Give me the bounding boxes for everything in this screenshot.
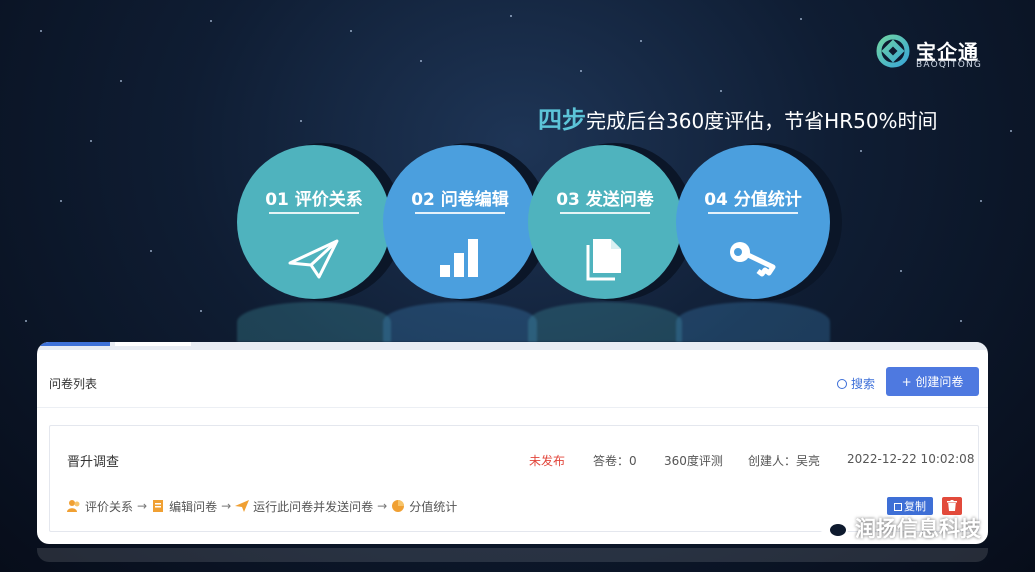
step-3-send: 03 发送问卷 <box>528 145 682 299</box>
flow-step-edit[interactable]: 编辑问卷 <box>169 498 217 515</box>
panel-title: 问卷列表 <box>49 377 98 391</box>
headline: 四步完成后台360度评估，节省HR50%时间 <box>538 100 938 134</box>
step-label: 04 分值统计 <box>704 190 802 210</box>
status-badge: 未发布 <box>529 454 566 468</box>
watermark-text: 润扬信息科技 <box>855 517 981 541</box>
paper-plane-icon <box>288 239 339 279</box>
search-button[interactable]: 搜索 <box>837 375 875 392</box>
step-underline <box>269 212 359 214</box>
copy-label: 复制 <box>904 500 926 513</box>
step-underline <box>708 212 798 214</box>
creator: 创建人：吴亮 <box>748 454 821 468</box>
brand-subtitle: BAOQITONG <box>916 60 983 70</box>
arrow-right-icon: → <box>221 499 232 513</box>
step-reflection <box>528 302 682 342</box>
tab-inactive-indicator[interactable] <box>115 342 191 346</box>
step-4-score: 04 分值统计 <box>676 145 830 299</box>
arrow-right-icon: → <box>137 499 148 513</box>
relationship-icon <box>67 500 80 512</box>
panel-tab-strip <box>37 342 988 350</box>
document-icon <box>586 239 621 281</box>
send-icon <box>235 500 250 512</box>
search-icon <box>837 379 847 389</box>
step-2-edit: 02 问卷编辑 <box>383 145 537 299</box>
step-1-relationship: 01 评价关系 <box>237 145 391 299</box>
created-time: 2022-12-22 10:02:08 <box>847 452 975 466</box>
divider <box>37 407 988 408</box>
response-count: 答卷：0 <box>593 454 637 468</box>
panel-reflection <box>37 548 988 562</box>
workflow-steps: 评价关系 → 编辑问卷 → 运行此问卷并发送问卷 → 分值统计 <box>67 497 457 515</box>
step-label: 01 评价关系 <box>265 190 363 210</box>
pie-chart-icon <box>392 500 405 512</box>
logo-icon <box>876 34 910 68</box>
step-reflection <box>237 302 391 342</box>
headline-emphasis: 四步 <box>538 106 586 134</box>
survey-type: 360度评测 <box>664 454 723 468</box>
brand-logo: 宝企通 BAOQITONG <box>876 34 996 74</box>
survey-name[interactable]: 晋升调查 <box>67 451 119 470</box>
flow-step-score[interactable]: 分值统计 <box>409 498 457 515</box>
watermark: 润扬信息科技 <box>815 512 981 542</box>
flow-step-relationship[interactable]: 评价关系 <box>85 498 133 515</box>
wechat-icon <box>815 513 848 538</box>
copy-icon <box>894 503 902 511</box>
create-survey-button[interactable]: + 创建问卷 <box>886 367 979 396</box>
search-label: 搜索 <box>851 377 876 391</box>
step-reflection <box>676 302 830 342</box>
tab-active-indicator[interactable] <box>37 342 110 346</box>
bar-chart-icon <box>440 239 478 277</box>
step-underline <box>560 212 650 214</box>
trash-icon <box>947 499 957 511</box>
key-icon <box>730 242 776 277</box>
flow-step-send[interactable]: 运行此问卷并发送问卷 <box>253 498 373 515</box>
arrow-right-icon: → <box>377 499 388 513</box>
step-reflection <box>383 302 537 342</box>
step-label: 03 发送问卷 <box>556 190 654 210</box>
step-label: 02 问卷编辑 <box>411 190 509 210</box>
headline-text: 完成后台360度评估，节省HR50%时间 <box>586 109 938 133</box>
step-underline <box>415 212 505 214</box>
edit-survey-icon <box>153 500 164 512</box>
